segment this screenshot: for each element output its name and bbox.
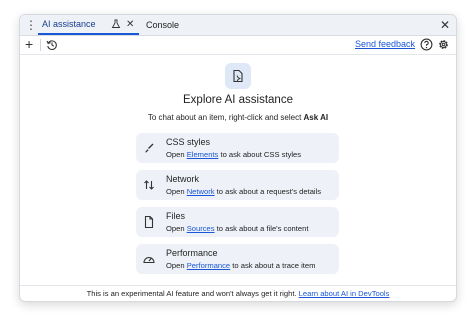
gear-icon[interactable]: [437, 38, 450, 51]
elements-link[interactable]: Elements: [187, 150, 219, 159]
close-tab-icon[interactable]: ✕: [126, 15, 134, 34]
send-feedback-link[interactable]: Send feedback: [355, 39, 415, 49]
toolbar: + Send feedback: [20, 36, 456, 55]
help-icon[interactable]: [420, 38, 433, 51]
file-icon: [144, 215, 154, 229]
card-title: Network: [166, 174, 200, 184]
card-text: Open: [166, 224, 187, 233]
new-chat-icon[interactable]: +: [25, 36, 33, 53]
card-text: to ask about CSS styles: [218, 150, 302, 159]
card-description: Open Elements to ask about CSS styles: [166, 150, 301, 159]
card-text: Open: [166, 187, 187, 196]
tab-console-label: Console: [146, 20, 180, 30]
performance-link[interactable]: Performance: [187, 261, 230, 270]
tab-ai-assistance-label: AI assistance: [42, 19, 96, 29]
card-title: Performance: [166, 248, 218, 258]
more-options-icon[interactable]: ⋮: [25, 19, 37, 31]
close-panel-icon[interactable]: ✕: [440, 17, 450, 33]
card-css-styles[interactable]: CSS styles Open Elements to ask about CS…: [136, 133, 339, 163]
card-title: CSS styles: [166, 137, 211, 147]
network-link[interactable]: Network: [187, 187, 215, 196]
disclaimer-text: This is an experimental AI feature and w…: [86, 289, 299, 298]
page-title: Explore AI assistance: [183, 94, 293, 106]
card-text: Open: [166, 261, 187, 270]
subtitle-bold: Ask AI: [303, 113, 329, 122]
card-description: Open Performance to ask about a trace it…: [166, 261, 315, 270]
card-title: Files: [166, 211, 186, 221]
ai-assistance-logo-icon: [225, 63, 251, 89]
page-subtitle: To chat about an item, right-click and s…: [20, 113, 456, 122]
sources-link[interactable]: Sources: [187, 224, 215, 233]
toolbar-divider: [40, 39, 41, 51]
card-text: to ask about a file's content: [214, 224, 309, 233]
card-text: to ask about a request's details: [214, 187, 322, 196]
tab-bar: ⋮ AI assistance ✕ Console ✕: [20, 15, 456, 36]
tab-console[interactable]: Console: [144, 15, 179, 35]
card-text: to ask about a trace item: [230, 261, 316, 270]
subtitle-text: To chat about an item, right-click and s…: [147, 113, 304, 122]
paintbrush-icon: [145, 143, 154, 153]
card-description: Open Sources to ask about a file's conte…: [166, 224, 308, 233]
card-files[interactable]: Files Open Sources to ask about a file's…: [136, 207, 339, 237]
devtools-window: ⋮ AI assistance ✕ Console ✕ + Send feedb…: [19, 14, 457, 302]
flask-icon: [111, 19, 121, 28]
card-description: Open Network to ask about a request's de…: [166, 187, 321, 196]
network-arrows-icon: [144, 180, 154, 190]
card-performance[interactable]: Performance Open Performance to ask abou…: [136, 244, 339, 274]
card-text: Open: [166, 150, 187, 159]
disclaimer-footer: This is an experimental AI feature and w…: [20, 285, 456, 301]
history-icon[interactable]: [46, 39, 58, 51]
learn-more-link[interactable]: Learn about AI in DevTools: [299, 289, 390, 298]
speedometer-icon: [143, 257, 155, 264]
tab-ai-assistance[interactable]: AI assistance ✕: [38, 15, 139, 35]
card-network[interactable]: Network Open Network to ask about a requ…: [136, 170, 339, 200]
